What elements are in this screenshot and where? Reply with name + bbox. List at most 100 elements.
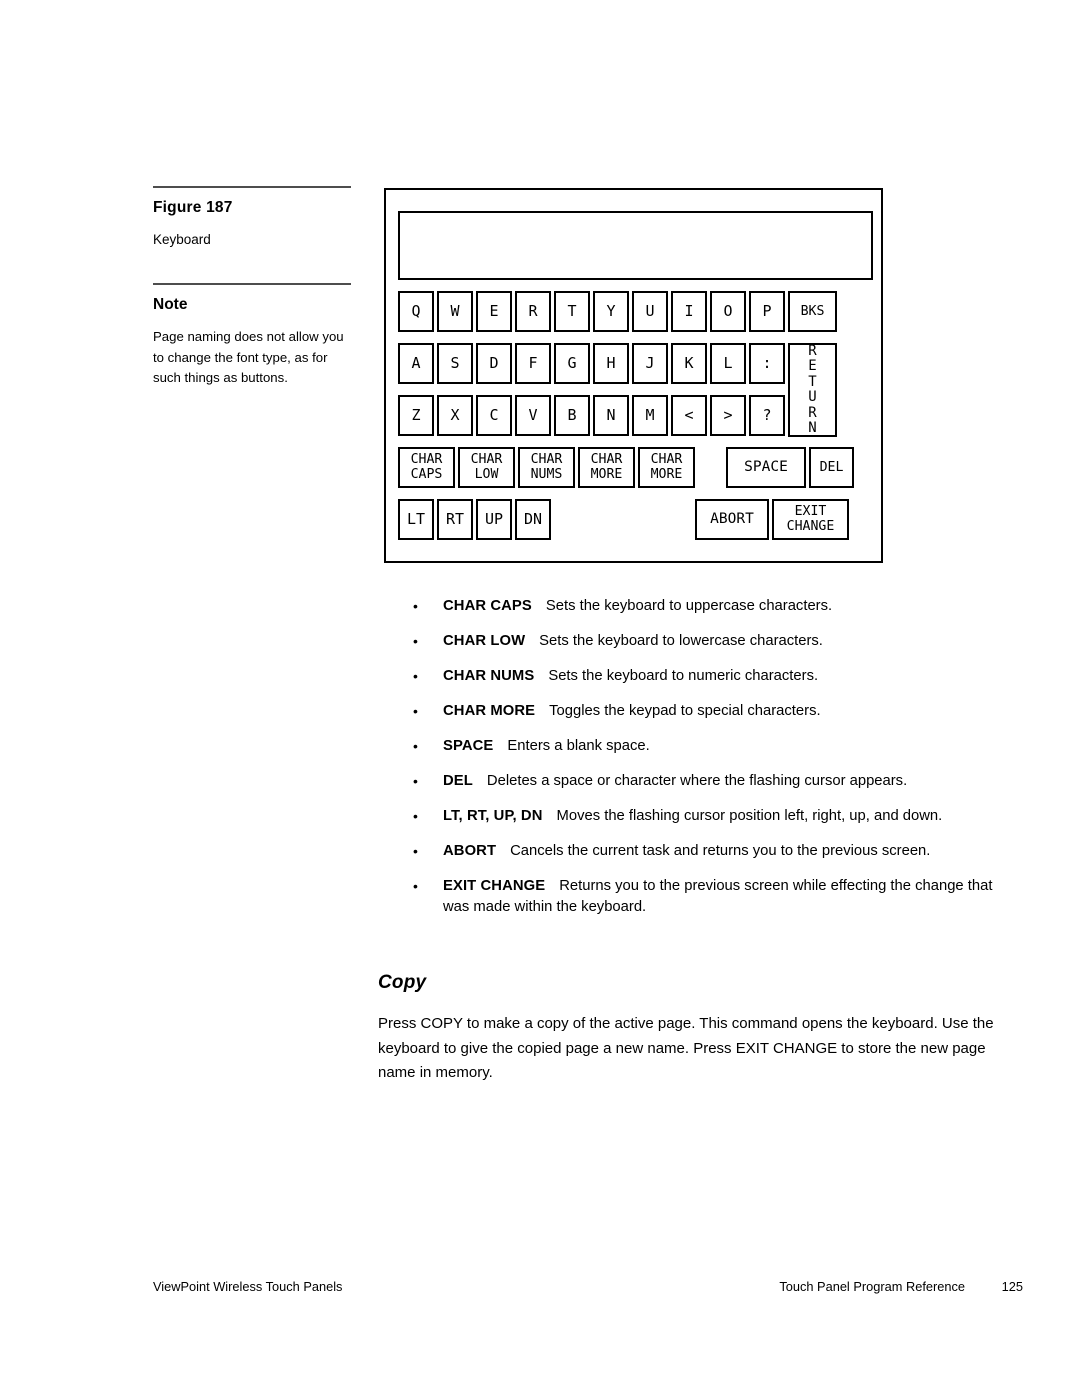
bullet-dot-icon: • xyxy=(413,878,418,894)
key-r[interactable]: R xyxy=(515,291,551,332)
key-n[interactable]: N xyxy=(593,395,629,436)
key-descriptions-list: • CHAR CAPS Sets the keyboard to uppercase… xyxy=(411,596,1011,932)
key-label: ? xyxy=(762,406,772,424)
key-label-char: T xyxy=(808,373,817,390)
key-e[interactable]: E xyxy=(476,291,512,332)
key-label-char: E xyxy=(808,358,817,374)
key-sym[interactable]: : xyxy=(749,343,785,384)
key-rt[interactable]: RT xyxy=(437,499,473,540)
key-g[interactable]: G xyxy=(554,343,590,384)
key-z[interactable]: Z xyxy=(398,395,434,436)
key-label: P xyxy=(762,302,772,320)
key-k[interactable]: K xyxy=(671,343,707,384)
key-del[interactable]: DEL xyxy=(809,447,854,488)
key-abort[interactable]: ABORT xyxy=(695,499,769,540)
bullet-term: ABORT xyxy=(443,843,497,859)
keyboard-display-field[interactable] xyxy=(398,211,873,280)
key-a[interactable]: A xyxy=(398,343,434,384)
key-p[interactable]: P xyxy=(749,291,785,332)
key-j[interactable]: J xyxy=(632,343,668,384)
key-f[interactable]: F xyxy=(515,343,551,384)
key-sym[interactable]: ? xyxy=(749,395,785,436)
figure-top-rule xyxy=(153,186,351,188)
key-b[interactable]: B xyxy=(554,395,590,436)
bullet-dot-icon: • xyxy=(413,703,418,719)
bullet-description: Sets the keyboard to uppercase character… xyxy=(545,598,833,614)
key-sym[interactable]: < xyxy=(671,395,707,436)
key-space[interactable]: SPACE xyxy=(726,447,806,488)
key-label: RT xyxy=(445,510,465,528)
key-x[interactable]: X xyxy=(437,395,473,436)
key-label: G xyxy=(567,354,577,372)
key-label: SPACE xyxy=(744,459,788,475)
key-w[interactable]: W xyxy=(437,291,473,332)
bullet-term: CHAR NUMS xyxy=(443,668,535,684)
key-label-char: R xyxy=(808,404,817,421)
key-bks[interactable]: BKS xyxy=(788,291,837,332)
key-label: > xyxy=(723,406,733,424)
key-char-more[interactable]: CHAR MORE xyxy=(638,447,695,488)
bullet-term: SPACE xyxy=(443,738,494,754)
bullet-item: • EXIT CHANGE Returns you to the previous … xyxy=(411,876,1011,918)
key-d[interactable]: D xyxy=(476,343,512,384)
key-label: CAPS xyxy=(410,466,443,482)
key-label: CHAR xyxy=(410,452,443,467)
bullet-item: • ABORT Cancels the current task and retur… xyxy=(411,841,1011,862)
key-char-nums[interactable]: CHAR NUMS xyxy=(518,447,575,488)
key-c[interactable]: C xyxy=(476,395,512,436)
key-label: ABORT xyxy=(710,511,754,527)
key-label: S xyxy=(450,354,460,372)
bullet-term: CHAR MORE xyxy=(443,703,536,719)
copy-heading: Copy xyxy=(378,972,427,993)
key-t[interactable]: T xyxy=(554,291,590,332)
key-label: X xyxy=(450,406,460,424)
key-lt[interactable]: LT xyxy=(398,499,434,540)
key-char-low[interactable]: CHAR LOW xyxy=(458,447,515,488)
key-label: T xyxy=(567,302,577,320)
bullet-term: LT, RT, UP, DN xyxy=(443,808,543,824)
bullet-term: CHAR LOW xyxy=(443,633,526,649)
bullet-dot-icon: • xyxy=(413,668,418,684)
key-l[interactable]: L xyxy=(710,343,746,384)
bullet-dot-icon: • xyxy=(413,598,418,614)
bullet-dot-icon: • xyxy=(413,738,418,754)
key-label: U xyxy=(645,302,655,320)
key-u[interactable]: U xyxy=(632,291,668,332)
key-up[interactable]: UP xyxy=(476,499,512,540)
bullet-description: Sets the keyboard to numeric characters. xyxy=(548,668,819,684)
key-v[interactable]: V xyxy=(515,395,551,436)
key-dn[interactable]: DN xyxy=(515,499,551,540)
bullet-description: Moves the flashing cursor position left,… xyxy=(556,808,943,824)
key-label: N xyxy=(606,406,616,424)
key-label: R xyxy=(528,302,538,320)
key-y[interactable]: Y xyxy=(593,291,629,332)
key-i[interactable]: I xyxy=(671,291,707,332)
key-sym[interactable]: > xyxy=(710,395,746,436)
bullet-dot-icon: • xyxy=(413,773,418,789)
key-char-more[interactable]: CHAR MORE xyxy=(578,447,635,488)
key-s[interactable]: S xyxy=(437,343,473,384)
key-label: CHAR xyxy=(470,452,503,467)
key-char-caps[interactable]: CHAR CAPS xyxy=(398,447,455,488)
key-o[interactable]: O xyxy=(710,291,746,332)
key-label: L xyxy=(723,354,733,372)
bullet-description: Deletes a space or character where the f… xyxy=(486,773,908,789)
figure-caption: Keyboard xyxy=(153,232,211,247)
keyboard-panel: Q W E R T Y U I O P BKS A S D F G H J K L: R E T U R N Z X C V B N M < >? C… xyxy=(384,188,883,563)
key-label: LT xyxy=(406,510,426,528)
key-h[interactable]: H xyxy=(593,343,629,384)
key-label: D xyxy=(489,354,499,372)
key-label: MORE xyxy=(590,466,623,482)
key-return[interactable]: RETURN xyxy=(788,343,837,437)
key-label: LOW xyxy=(474,466,499,482)
bullet-term: DEL xyxy=(443,773,473,789)
key-label: < xyxy=(684,406,694,424)
key-exit-change[interactable]: EXIT CHANGE xyxy=(772,499,849,540)
key-label: H xyxy=(606,354,616,372)
key-label: F xyxy=(528,354,538,372)
key-q[interactable]: Q xyxy=(398,291,434,332)
key-label: : xyxy=(762,354,772,372)
key-label: Z xyxy=(411,406,421,424)
bullet-item: • DEL Deletes a space or character where t… xyxy=(411,771,1011,792)
key-m[interactable]: M xyxy=(632,395,668,436)
